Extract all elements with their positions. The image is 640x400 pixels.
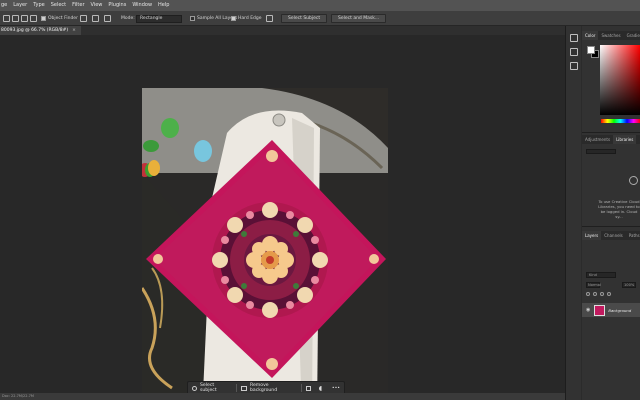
history-icon[interactable] [570,34,578,42]
lock-all-icon[interactable] [607,292,611,296]
layer-row-background[interactable]: ◉ Background [582,303,640,317]
hard-edge-label: Hard Edge [238,16,262,21]
tab-libraries[interactable]: Libraries [613,135,637,144]
sample-all-layers-checkbox[interactable] [190,16,195,21]
tab-color[interactable]: Color [582,31,599,40]
lock-paint-icon[interactable] [593,292,597,296]
opacity-value: 100% [624,283,635,287]
right-panels: Color Swatches Gradients Adjustments Lib… [582,26,640,400]
panel-divider [582,132,640,133]
opacity-field[interactable]: 100% [622,282,636,288]
lock-pixels-icon[interactable] [586,292,590,296]
refresh-icon[interactable] [80,15,87,22]
blend-mode-value: Normal [588,283,602,287]
close-tab-icon[interactable]: × [72,28,76,33]
transform-icon [305,385,311,391]
select-and-mask-label: Select and Mask... [338,16,380,21]
tab-gradients[interactable]: Gradients [624,31,640,40]
panel-toggle-icon[interactable] [266,15,273,22]
mode-select[interactable]: Rectangle [136,14,182,23]
settings-gear-icon[interactable] [104,15,111,22]
select-and-mask-button[interactable]: Select and Mask... [331,14,387,23]
menu-view[interactable]: View [88,0,106,11]
blend-mode-select[interactable]: Normal [586,282,602,288]
mode-select-value: Rectangle [140,16,163,21]
select-subject-label: Select Subject [288,16,321,21]
color-picker-field[interactable] [600,45,640,115]
hard-edge-checkbox[interactable] [231,16,236,21]
brush-settings-icon[interactable] [570,62,578,70]
photo-image [142,88,388,400]
menu-layer[interactable]: Layer [10,0,30,11]
image-icon [241,385,247,391]
document-image[interactable] [142,88,388,400]
menu-select[interactable]: Select [48,0,69,11]
layers-panel-tabs: Layers Channels Paths [582,231,640,240]
new-selection-icon[interactable] [3,15,10,22]
tab-adjustments[interactable]: Adjustments [582,135,613,144]
layer-thumbnail [594,304,606,316]
hue-slider[interactable] [601,119,640,123]
properties-icon[interactable] [570,48,578,56]
menu-bar: ge Layer Type Select Filter View Plugins… [0,0,640,11]
menu-help[interactable]: Help [155,0,172,11]
object-finder-checkbox[interactable] [41,16,46,21]
tab-paths[interactable]: Paths [626,231,640,240]
menu-window[interactable]: Window [129,0,155,11]
tab-swatches[interactable]: Swatches [598,31,623,40]
foreground-color-swatch[interactable] [587,46,595,54]
layer-filter-kind: Kind [589,273,597,277]
document-tab-bar: 80093.jpg @ 66.7% (RGB/8#) × [0,26,565,35]
library-search-input[interactable] [586,149,616,154]
libraries-panel-tabs: Adjustments Libraries [582,135,640,144]
person-icon [192,385,197,391]
layer-name: Background [608,307,632,313]
status-bar: Doc: 22.7M/22.7M [0,393,565,400]
mode-label: Mode: [121,16,135,21]
canvas-area[interactable] [0,35,565,400]
panel-icon-strip [565,26,581,400]
lock-move-icon[interactable] [600,292,604,296]
layer-filter-input[interactable]: Kind [586,272,616,278]
eye-icon[interactable]: ◉ [586,307,590,313]
menu-filter[interactable]: Filter [69,0,87,11]
show-all-objects-icon[interactable] [92,15,99,22]
libraries-login-message: To use Creative Cloud Libraries, you nee… [598,199,640,219]
options-bar: Object Finder Mode: Rectangle Sample All… [0,11,640,26]
panel-divider [582,226,640,227]
intersect-selection-icon[interactable] [30,15,37,22]
document-tab[interactable]: 80093.jpg @ 66.7% (RGB/8#) × [0,26,81,35]
mask-icon [318,385,324,391]
menu-edit[interactable]: ge [0,0,10,11]
tab-channels[interactable]: Channels [601,231,626,240]
select-subject-task-label: Select subject [199,383,217,393]
menu-type[interactable]: Type [30,0,47,11]
subtract-selection-icon[interactable] [21,15,28,22]
lock-controls [586,292,636,297]
tab-layers[interactable]: Layers [582,231,602,240]
object-finder-label: Object Finder [48,16,78,21]
remove-background-label: Remove background [249,383,278,393]
select-subject-button[interactable]: Select Subject [281,14,328,23]
menu-plugins[interactable]: Plugins [105,0,129,11]
document-tab-title: 80093.jpg @ 66.7% (RGB/8#) [1,28,69,33]
add-selection-icon[interactable] [12,15,19,22]
color-panel-tabs: Color Swatches Gradients [582,31,640,40]
cloud-icon [629,176,638,185]
